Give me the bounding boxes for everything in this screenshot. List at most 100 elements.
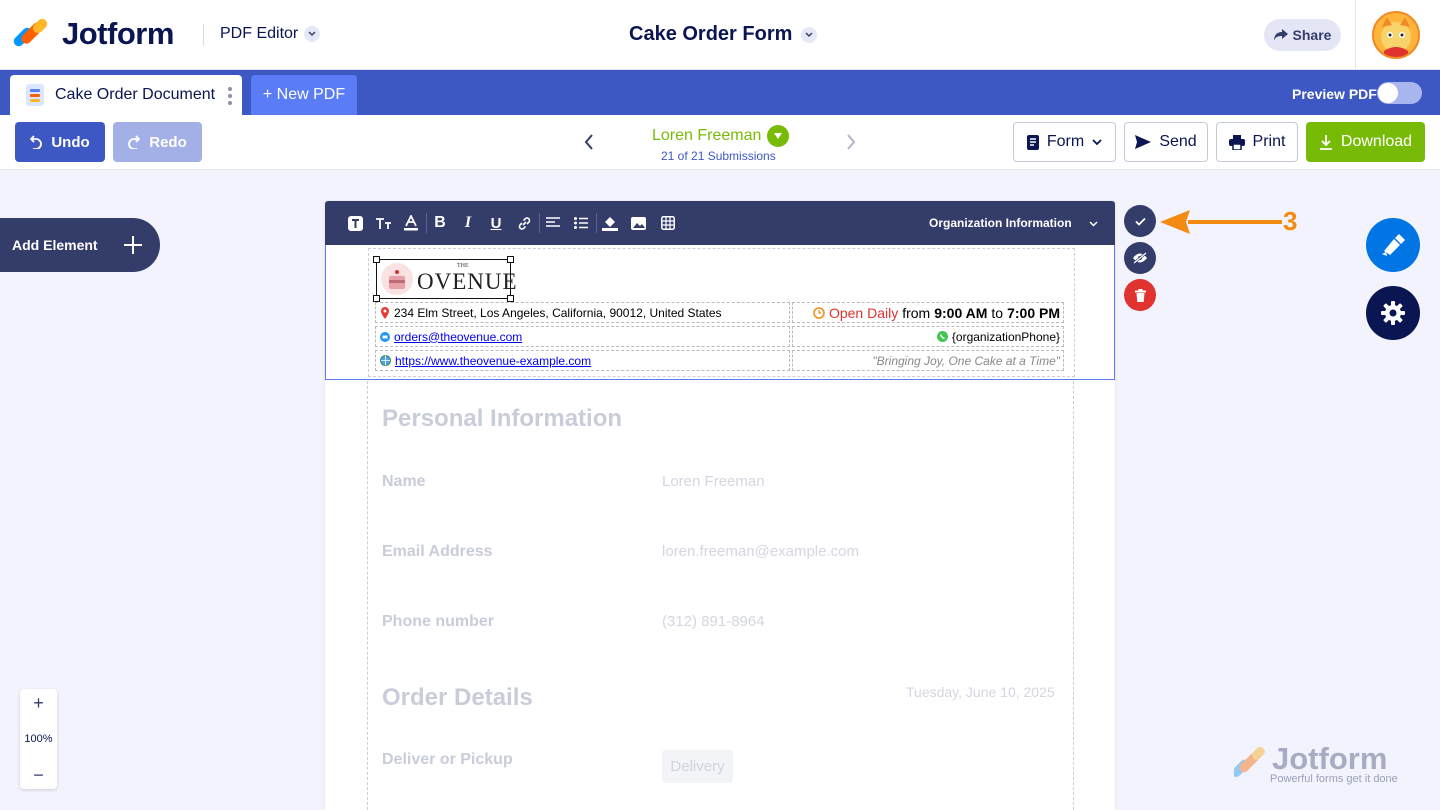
align-left-icon[interactable] (544, 214, 562, 232)
underline-icon[interactable]: U (487, 214, 505, 232)
location-pin-icon (381, 306, 389, 319)
hours-cell[interactable]: Open Daily from 9:00 AM to 7:00 PM (792, 302, 1064, 323)
editor-toolbar: Undo Redo Loren Freeman 21 of 21 Submiss… (0, 115, 1440, 170)
jotform-logo-text: Jotform (62, 16, 174, 51)
next-submission-icon[interactable] (845, 133, 857, 151)
email-cell[interactable]: orders@theovenue.com (375, 326, 790, 347)
new-pdf-tab[interactable]: + New PDF (251, 75, 357, 115)
section-select[interactable]: Organization Information (929, 216, 1098, 230)
pdf-editor-label: PDF Editor (220, 25, 299, 42)
form-label: Form (1046, 133, 1085, 150)
order-details-heading: Order Details (382, 684, 533, 711)
divider (203, 24, 204, 46)
preview-pdf-toggle[interactable] (1377, 82, 1422, 104)
pdf-editor-menu[interactable]: PDF Editor (220, 25, 321, 43)
organization-info-grid: 234 Elm Street, Los Angeles, California,… (375, 302, 1065, 374)
trash-icon (1134, 288, 1146, 302)
check-icon (1134, 217, 1146, 226)
website-link[interactable]: https://www.theovenue-example.com (395, 354, 591, 368)
address-cell[interactable]: 234 Elm Street, Los Angeles, California,… (375, 302, 790, 323)
download-button[interactable]: Download (1306, 122, 1425, 162)
submitter-name: Loren Freeman (652, 127, 762, 144)
form-dropdown-button[interactable]: Form (1013, 122, 1116, 162)
preview-pdf-label: Preview PDF (1292, 86, 1377, 102)
phone-text: {organizationPhone} (951, 329, 1060, 344)
send-button[interactable]: Send (1124, 122, 1208, 162)
link-icon[interactable] (515, 214, 533, 232)
submission-selector[interactable]: Loren Freeman (652, 125, 790, 147)
whatsapp-icon (936, 331, 948, 342)
previous-submission-icon[interactable] (583, 133, 595, 151)
name-value[interactable]: Loren Freeman (662, 473, 765, 490)
form-title: Cake Order Form (629, 23, 793, 45)
email-link[interactable]: orders@theovenue.com (394, 330, 522, 344)
annotation-number: 3 (1283, 206, 1298, 236)
gear-icon (1381, 301, 1405, 325)
hours-prefix: Open Daily (828, 304, 899, 321)
address-text: 234 Elm Street, Los Angeles, California,… (394, 305, 722, 320)
deliver-or-pickup-value[interactable]: Delivery (662, 750, 733, 783)
form-icon (1026, 134, 1039, 150)
pdf-page: B I U Organization Information THE OVENU… (325, 201, 1115, 810)
share-label: Share (1292, 27, 1332, 43)
share-button[interactable]: Share (1264, 19, 1341, 51)
undo-icon (30, 135, 43, 149)
chevron-down-icon (767, 125, 790, 147)
text-style-icon[interactable] (346, 214, 364, 232)
order-date[interactable]: Tuesday, June 10, 2025 (906, 684, 1055, 700)
text-color-icon[interactable] (402, 214, 420, 232)
design-tool-button[interactable] (1366, 218, 1420, 272)
eye-off-icon (1133, 252, 1147, 264)
document-icon (26, 84, 44, 106)
font-size-icon[interactable] (374, 214, 392, 232)
email-label: Email Address (382, 543, 493, 560)
form-title-menu[interactable]: Cake Order Form (629, 23, 818, 46)
italic-icon[interactable]: I (459, 214, 477, 232)
avatar[interactable] (1372, 11, 1420, 59)
print-icon (1228, 134, 1245, 150)
download-label: Download (1340, 133, 1413, 150)
phone-value[interactable]: (312) 891-8964 (662, 613, 765, 630)
confirm-button[interactable] (1124, 205, 1156, 237)
organization-logo-image[interactable]: THE OVENUE (373, 256, 517, 302)
website-cell[interactable]: https://www.theovenue-example.com (375, 350, 790, 371)
redo-icon (128, 135, 141, 149)
settings-button[interactable] (1366, 286, 1420, 340)
tab-cake-order-document[interactable]: Cake Order Document (10, 75, 242, 115)
hours-open: 9:00 AM (934, 304, 988, 321)
zoom-in-button[interactable]: + (33, 694, 44, 712)
email-value[interactable]: loren.freeman@example.com (662, 543, 859, 560)
redo-button[interactable]: Redo (113, 122, 202, 162)
jotform-logo[interactable]: Jotform (11, 16, 174, 52)
fill-color-icon[interactable] (601, 214, 619, 232)
tagline-cell[interactable]: "Bringing Joy, One Cake at a Time" (792, 350, 1064, 371)
cake-logo-icon (381, 263, 413, 295)
logo-name-text: OVENUE (417, 269, 518, 294)
bold-icon[interactable]: B (431, 214, 449, 232)
bullet-list-icon[interactable] (572, 214, 590, 232)
zoom-level: 100% (24, 733, 53, 745)
delete-button[interactable] (1124, 279, 1156, 311)
clock-icon (813, 306, 825, 319)
print-button[interactable]: Print (1216, 122, 1298, 162)
more-options-icon[interactable] (228, 87, 232, 105)
name-label: Name (382, 473, 426, 490)
phone-cell[interactable]: {organizationPhone} (792, 326, 1064, 347)
image-icon[interactable] (629, 214, 647, 232)
zoom-out-button[interactable]: − (33, 766, 44, 784)
divider (1355, 0, 1356, 70)
hide-button[interactable] (1124, 242, 1156, 274)
download-icon (1319, 134, 1332, 150)
undo-button[interactable]: Undo (15, 122, 105, 162)
submission-count: 21 of 21 Submissions (661, 149, 776, 163)
paint-roller-icon (1382, 234, 1405, 256)
send-icon (1135, 135, 1152, 149)
chevron-down-icon (1089, 221, 1098, 227)
table-icon[interactable] (659, 214, 677, 232)
chevron-down-icon (1092, 138, 1102, 145)
jotform-logo-icon (11, 16, 50, 50)
add-element-button[interactable]: Add Element (0, 218, 160, 272)
hours-from: from (902, 304, 931, 321)
print-label: Print (1252, 133, 1286, 150)
hours-to: to (991, 304, 1004, 321)
